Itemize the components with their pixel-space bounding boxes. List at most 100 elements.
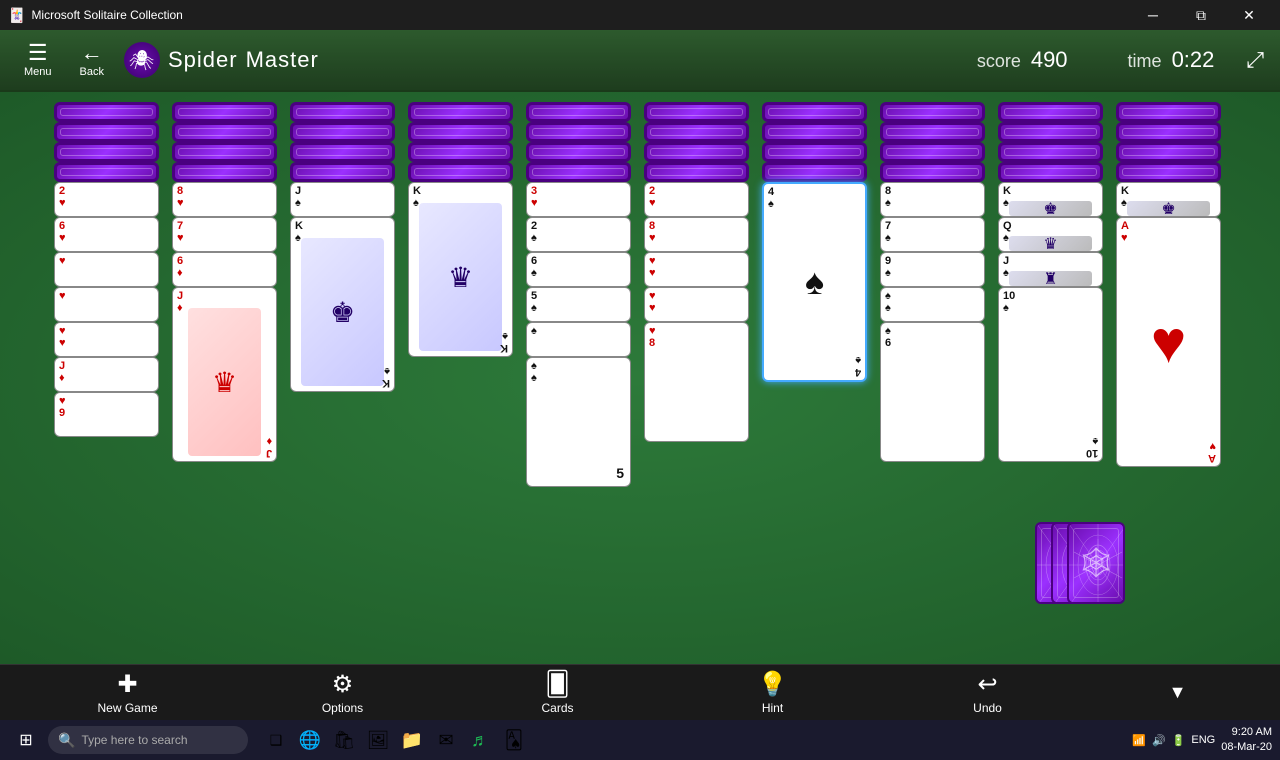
back-button[interactable]: ← Back xyxy=(72,38,112,82)
close-button[interactable]: ✕ xyxy=(1226,0,1272,30)
card-9S[interactable]: 9♠ xyxy=(880,252,985,287)
card-KS[interactable]: K♠ ♚ K♠ xyxy=(290,217,395,392)
taskbar: ⊞ 🔍 Type here to search ❑ 🌐 🛍 🖼 📁 ✉ ♬ 🂡 … xyxy=(0,720,1280,760)
card-4S-selected[interactable]: 4♠ ♠ 4♠ xyxy=(762,182,867,382)
card-back xyxy=(762,102,867,122)
search-icon: 🔍 xyxy=(58,732,75,749)
card-6S2[interactable]: ♠6 xyxy=(880,322,985,462)
column-2[interactable]: 8♥ 7♥ 6♦ J♦ ♛ J♦ xyxy=(172,102,282,502)
undo-button[interactable]: ↩ Undo xyxy=(948,670,1028,715)
card-back xyxy=(880,162,985,182)
column-8[interactable]: 8♠ 7♠ 9♠ ♠♠ ♠6 xyxy=(880,102,990,502)
expand-button[interactable]: ⤢ xyxy=(1246,47,1264,73)
card-back xyxy=(1116,102,1221,122)
card-back xyxy=(290,102,395,122)
card-back xyxy=(54,162,159,182)
new-game-button[interactable]: ✚ New Game xyxy=(88,670,168,715)
solitaire-icon[interactable]: 🂡 xyxy=(498,724,530,756)
card-5S[interactable]: 5♠ xyxy=(526,287,631,322)
spotify-icon[interactable]: ♬ xyxy=(464,724,496,756)
card-10S[interactable]: 10♠ 10♠ xyxy=(998,287,1103,462)
card-back xyxy=(526,102,631,122)
volume-icon: 🔊 xyxy=(1152,734,1166,747)
scroll-down-button[interactable]: ▼ xyxy=(1163,682,1193,703)
new-game-icon: ✚ xyxy=(117,670,137,699)
menu-icon: ☰ xyxy=(28,42,48,64)
card-JD[interactable]: J♦ xyxy=(54,357,159,392)
card-KS3[interactable]: K♠ ♚ xyxy=(998,182,1103,217)
card-hearts-row[interactable]: ♥♥ xyxy=(644,287,749,322)
card-9[interactable]: ♥9 xyxy=(54,392,159,437)
undo-icon: ↩ xyxy=(977,670,997,699)
taskview-button[interactable]: ❑ xyxy=(260,724,292,756)
card-2S[interactable]: 2♠ xyxy=(526,217,631,252)
card-back xyxy=(172,102,277,122)
column-9[interactable]: K♠ ♚ Q♠ ♛ J♠ ♜ 10♠ 10♠ xyxy=(998,102,1108,522)
card-back xyxy=(762,142,867,162)
card-back xyxy=(762,162,867,182)
card-QS[interactable]: Q♠ ♛ xyxy=(998,217,1103,252)
columns-container: 2♥ 6♥ ♥ ♥ ♥♥ J♦ ♥9 xyxy=(0,92,1280,532)
column-7[interactable]: 4♠ ♠ 4♠ xyxy=(762,102,872,502)
card-back xyxy=(526,162,631,182)
options-button[interactable]: ⚙ Options xyxy=(303,670,383,715)
card-6D[interactable]: 6♦ xyxy=(172,252,277,287)
card-2H2[interactable]: 2♥ xyxy=(644,182,749,217)
cards-button[interactable]: 🂠 Cards xyxy=(518,670,598,715)
card-back xyxy=(54,142,159,162)
options-icon: ⚙ xyxy=(332,670,354,699)
spider-badge: 🕷 xyxy=(124,42,160,78)
stock-pile[interactable]: 🕸 xyxy=(1035,522,1125,604)
card-back xyxy=(1116,142,1221,162)
column-10[interactable]: K♠ ♚ A♥ ♥ A♥ xyxy=(1116,102,1226,502)
card-6H[interactable]: 6♥ xyxy=(54,217,159,252)
menu-button[interactable]: ☰ Menu xyxy=(16,38,60,82)
file-explorer-icon[interactable]: 📁 xyxy=(396,724,428,756)
card-back xyxy=(880,142,985,162)
card-Hx2[interactable]: ♥ xyxy=(54,287,159,322)
card-JS[interactable]: J♠ xyxy=(290,182,395,217)
card-spades-grid[interactable]: ♠♠ xyxy=(880,287,985,322)
column-4[interactable]: K♠ ♛ K♠ xyxy=(408,102,518,502)
column-6[interactable]: 2♥ 8♥ ♥♥ ♥♥ ♥8 xyxy=(644,102,754,502)
card-5bot[interactable]: ♠♠ 5 xyxy=(526,357,631,487)
card-spade-center[interactable]: ♠ xyxy=(526,322,631,357)
column-3[interactable]: J♠ K♠ ♚ K♠ xyxy=(290,102,400,502)
card-back xyxy=(998,162,1103,182)
card-8Hx[interactable]: 8♥ xyxy=(644,217,749,252)
card-KS4[interactable]: K♠ ♚ xyxy=(1116,182,1221,217)
maximize-button[interactable]: ⧉ xyxy=(1178,0,1224,30)
edge-icon[interactable]: 🌐 xyxy=(294,724,326,756)
time-label: time xyxy=(1128,51,1162,72)
time-value: 0:22 xyxy=(1172,47,1215,73)
photos-icon[interactable]: 🖼 xyxy=(362,724,394,756)
card-6S[interactable]: 6♠ xyxy=(526,252,631,287)
card-2H[interactable]: 2♥ xyxy=(54,182,159,217)
hint-button[interactable]: 💡 Hint xyxy=(733,670,813,715)
network-icon: 📶 xyxy=(1132,734,1146,747)
back-icon: ← xyxy=(81,42,103,64)
card-Hx3[interactable]: ♥♥ xyxy=(54,322,159,357)
store-icon[interactable]: 🛍 xyxy=(328,724,360,756)
minimize-button[interactable]: ─ xyxy=(1130,0,1176,30)
card-AH[interactable]: A♥ ♥ A♥ xyxy=(1116,217,1221,467)
card-8bottom[interactable]: ♥8 xyxy=(644,322,749,442)
stock-card-3[interactable]: 🕸 xyxy=(1067,522,1125,604)
bottom-toolbar: ✚ New Game ⚙ Options 🂠 Cards 💡 Hint ↩ Un… xyxy=(0,664,1280,720)
mail-icon[interactable]: ✉ xyxy=(430,724,462,756)
card-JS2[interactable]: J♠ ♜ xyxy=(998,252,1103,287)
card-Hx[interactable]: ♥ xyxy=(54,252,159,287)
card-hearts-cluster[interactable]: ♥♥ xyxy=(644,252,749,287)
card-KS2[interactable]: K♠ ♛ K♠ xyxy=(408,182,513,357)
start-button[interactable]: ⊞ xyxy=(8,722,44,758)
card-8S[interactable]: 8♠ xyxy=(880,182,985,217)
search-bar[interactable]: 🔍 Type here to search xyxy=(48,726,248,754)
card-7S[interactable]: 7♠ xyxy=(880,217,985,252)
card-8H[interactable]: 8♥ xyxy=(172,182,277,217)
card-JD2[interactable]: J♦ ♛ J♦ xyxy=(172,287,277,462)
column-5[interactable]: 3♥ 2♠ 6♠ 5♠ ♠ ♠♠ 5 xyxy=(526,102,636,502)
card-back xyxy=(290,142,395,162)
column-1[interactable]: 2♥ 6♥ ♥ ♥ ♥♥ J♦ ♥9 xyxy=(54,102,164,502)
card-3H[interactable]: 3♥ xyxy=(526,182,631,217)
card-7H[interactable]: 7♥ xyxy=(172,217,277,252)
